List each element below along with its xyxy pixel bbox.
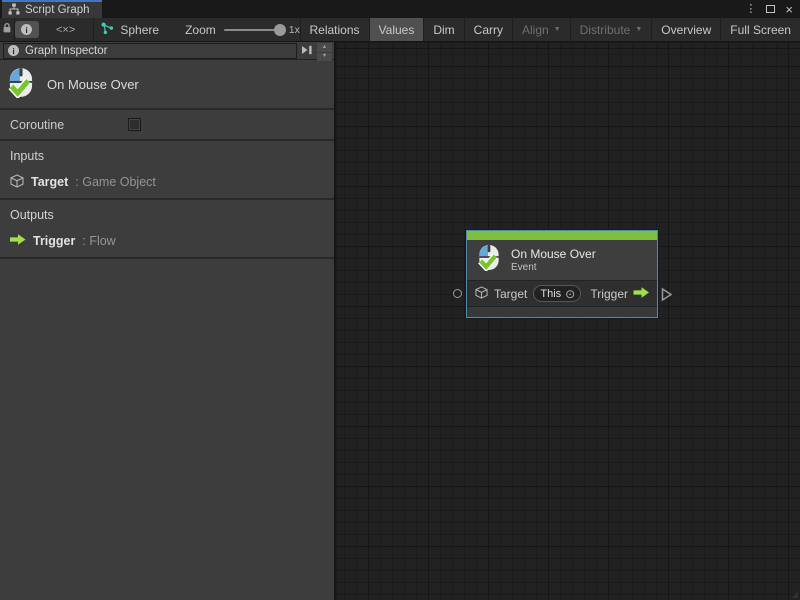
maximize-icon[interactable] — [766, 5, 775, 13]
input-port-name: Target — [31, 175, 68, 189]
node-footer — [467, 306, 657, 317]
distribute-dropdown[interactable]: Distribute ▼ — [571, 18, 652, 41]
value-input-port[interactable] — [453, 289, 462, 298]
resize-grip[interactable] — [790, 590, 798, 598]
code-icon: <×> — [56, 24, 75, 36]
node-input-label: Target — [494, 287, 527, 301]
coroutine-row: Coroutine — [0, 110, 334, 141]
window-controls: ⋮ × — [745, 0, 793, 18]
flow-arrow-icon — [633, 287, 650, 301]
tab-script-graph[interactable]: Script Graph — [2, 0, 102, 18]
full-screen-button[interactable]: Full Screen — [721, 18, 800, 41]
tab-label: Script Graph — [25, 4, 90, 16]
inputs-header: Inputs — [0, 149, 334, 164]
output-port-type: : Flow — [82, 234, 115, 248]
inspector-toggle-button[interactable]: i — [15, 18, 39, 41]
script-graph-tab-icon — [8, 3, 20, 18]
lock-button[interactable] — [0, 18, 14, 41]
coroutine-checkbox[interactable] — [128, 118, 141, 131]
inspector-toggle-selected: i — [15, 21, 39, 38]
dim-button[interactable]: Dim — [424, 18, 463, 41]
unit-title: On Mouse Over — [47, 77, 139, 92]
node-port-row: Target This ⊙ Trigger — [467, 280, 657, 306]
node-title: On Mouse Over — [511, 247, 596, 261]
coroutine-label: Coroutine — [10, 118, 128, 132]
on-mouse-over-icon — [477, 244, 501, 276]
node-header[interactable]: On Mouse Over Event — [467, 240, 657, 280]
graph-inspector-panel: i Graph Inspector ▲ ▼ — [0, 42, 336, 600]
flow-output-port[interactable] — [661, 287, 673, 307]
zoom-slider-handle[interactable] — [274, 24, 286, 36]
graph-toolbar: i <×> Sphere Zoom 1x R — [0, 18, 800, 42]
node-subtitle: Event — [511, 262, 596, 274]
flow-arrow-icon — [10, 234, 26, 248]
inspector-header: i Graph Inspector — [0, 42, 334, 60]
cube-icon — [475, 286, 488, 302]
outputs-section: Outputs Trigger : Flow — [0, 200, 334, 259]
unit-title-row: On Mouse Over — [0, 60, 334, 110]
overview-button[interactable]: Overview — [652, 18, 720, 41]
on-mouse-over-icon — [7, 67, 35, 101]
zoom-slider[interactable] — [224, 23, 282, 37]
outputs-header: Outputs — [0, 208, 334, 223]
dock-icon — [301, 42, 313, 60]
scroll-down-button[interactable]: ▼ — [317, 53, 332, 62]
info-icon: i — [8, 45, 19, 56]
input-port-row: Target : Game Object — [0, 174, 334, 190]
graph-canvas[interactable]: On Mouse Over Event Target This ⊙ — [336, 42, 800, 600]
output-port-name: Trigger — [33, 234, 75, 248]
values-button[interactable]: Values — [370, 18, 424, 41]
node-output-group: Trigger — [590, 287, 650, 301]
edit-source-button[interactable]: <×> — [39, 18, 93, 41]
output-port-row: Trigger : Flow — [0, 233, 334, 249]
relations-button[interactable]: Relations — [301, 18, 369, 41]
lock-icon — [2, 21, 12, 39]
inspector-header-field: i Graph Inspector — [3, 43, 297, 59]
script-graph-window: Script Graph ⋮ × i <×> — [0, 0, 800, 600]
info-icon: i — [21, 24, 32, 35]
target-value: This — [540, 288, 561, 300]
chevron-down-icon: ▼ — [554, 26, 561, 33]
align-dropdown[interactable]: Align ▼ — [513, 18, 570, 41]
graph-target-chip[interactable]: Sphere — [93, 22, 159, 38]
panel-scroll-arrows: ▲ ▼ — [317, 43, 332, 61]
target-value-field[interactable]: This ⊙ — [533, 285, 581, 302]
main-area: i Graph Inspector ▲ ▼ — [0, 42, 800, 600]
zoom-label: Zoom — [185, 23, 216, 37]
toolbar-button-group: Relations Values Dim Carry Align ▼ Distr… — [301, 18, 800, 41]
dock-panel-button[interactable] — [297, 43, 317, 59]
node-titles: On Mouse Over Event — [511, 247, 596, 274]
chevron-down-icon: ▼ — [635, 26, 642, 33]
node-accent-bar — [467, 231, 657, 240]
carry-button[interactable]: Carry — [465, 18, 512, 41]
input-port-type: : Game Object — [75, 175, 156, 189]
cube-icon — [10, 174, 24, 191]
window-menu-icon[interactable]: ⋮ — [745, 4, 756, 15]
on-mouse-over-node[interactable]: On Mouse Over Event Target This ⊙ — [466, 230, 658, 318]
zoom-value: 1x — [289, 24, 300, 36]
scroll-up-button[interactable]: ▲ — [317, 43, 332, 52]
node-output-label: Trigger — [590, 287, 628, 301]
inputs-section: Inputs Target : Game Object — [0, 141, 334, 200]
script-graph-asset-icon — [101, 22, 114, 38]
graph-target-label: Sphere — [120, 23, 159, 37]
inspector-title: Graph Inspector — [25, 45, 107, 57]
tab-bar: Script Graph ⋮ × — [0, 0, 800, 18]
close-icon[interactable]: × — [785, 3, 793, 16]
object-picker-icon[interactable]: ⊙ — [565, 288, 575, 300]
